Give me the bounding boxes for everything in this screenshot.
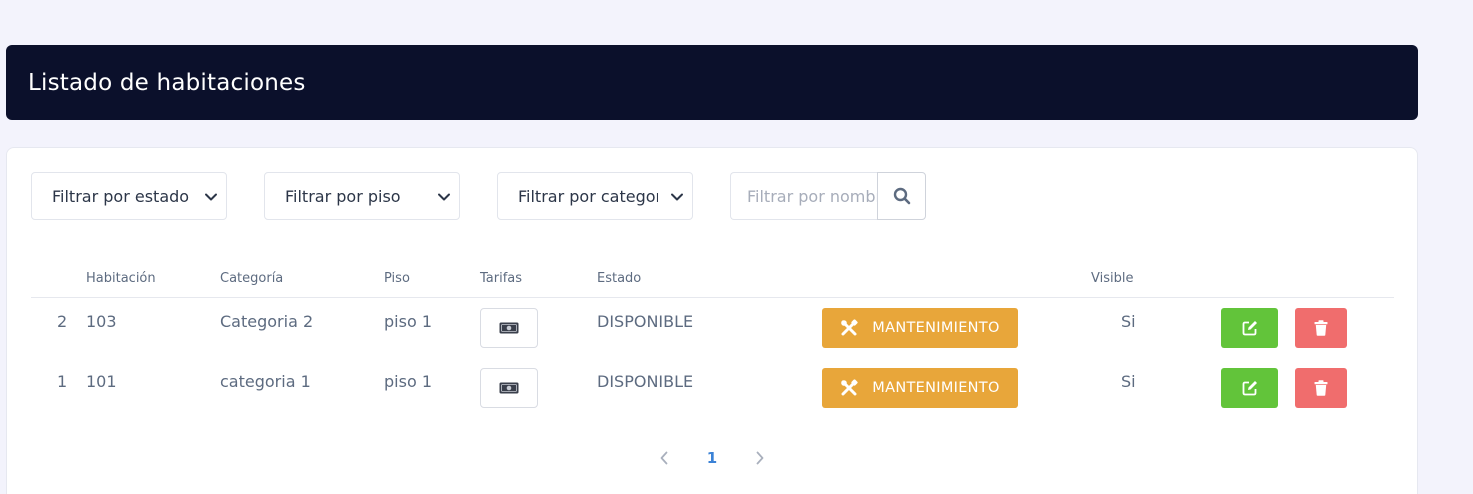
- edit-button[interactable]: [1221, 308, 1278, 348]
- money-bill-icon: [499, 322, 519, 334]
- tools-icon: [841, 379, 858, 396]
- maintenance-button[interactable]: MANTENIMIENTO: [822, 308, 1018, 348]
- chevron-down-icon: [671, 193, 683, 201]
- filter-piso-select[interactable]: Filtrar por piso: [264, 172, 460, 220]
- tools-icon: [841, 319, 858, 336]
- delete-button[interactable]: [1295, 368, 1347, 408]
- edit-button[interactable]: [1221, 368, 1278, 408]
- col-piso: Piso: [384, 271, 410, 286]
- maintenance-label: MANTENIMIENTO: [872, 380, 1000, 396]
- tarifas-button[interactable]: [480, 308, 538, 348]
- search-icon: [893, 187, 910, 205]
- row-index: 2: [57, 312, 68, 331]
- pagination-page-1[interactable]: 1: [700, 445, 724, 471]
- search-button[interactable]: [877, 172, 926, 220]
- maintenance-button[interactable]: MANTENIMIENTO: [822, 368, 1018, 408]
- filter-estado-select[interactable]: Filtrar por estado: [31, 172, 227, 220]
- content-card: Filtrar por estado Filtrar por piso Filt…: [6, 147, 1418, 494]
- chevron-left-icon: [660, 451, 668, 465]
- filter-piso-label: Filtrar por piso: [285, 186, 401, 206]
- tarifas-button[interactable]: [480, 368, 538, 408]
- row-estado: DISPONIBLE: [597, 372, 694, 391]
- row-habitacion: 103: [86, 312, 117, 331]
- edit-icon: [1242, 381, 1257, 396]
- col-categoria: Categoría: [220, 271, 284, 286]
- filter-categoria-label: Filtrar por categoria: [518, 186, 658, 206]
- maintenance-label: MANTENIMIENTO: [872, 320, 1000, 336]
- table-row: 2 103 Categoria 2 piso 1 DISPONIBLE MANT…: [31, 298, 1394, 358]
- table-row: 1 101 categoria 1 piso 1 DISPONIBLE MANT…: [31, 358, 1394, 418]
- chevron-right-icon: [756, 451, 764, 465]
- money-bill-icon: [499, 382, 519, 394]
- row-categoria: Categoria 2: [220, 312, 314, 331]
- page-title: Listado de habitaciones: [28, 69, 306, 96]
- filter-estado-label: Filtrar por estado: [52, 186, 190, 206]
- edit-icon: [1242, 321, 1257, 336]
- row-piso: piso 1: [384, 372, 432, 391]
- col-tarifas: Tarifas: [480, 271, 523, 286]
- rooms-table: Habitación Categoría Piso Tarifas Estado…: [31, 256, 1394, 418]
- pagination-prev[interactable]: [652, 445, 676, 471]
- pagination-next[interactable]: [748, 445, 772, 471]
- table-header: Habitación Categoría Piso Tarifas Estado…: [31, 256, 1394, 298]
- chevron-down-icon: [205, 193, 217, 201]
- row-piso: piso 1: [384, 312, 432, 331]
- row-visible: Si: [1121, 372, 1136, 391]
- row-index: 1: [57, 372, 68, 391]
- filter-categoria-select[interactable]: Filtrar por categoria: [497, 172, 693, 220]
- page-header: Listado de habitaciones: [6, 45, 1418, 120]
- pagination: 1: [7, 445, 1419, 471]
- row-estado: DISPONIBLE: [597, 312, 694, 331]
- delete-button[interactable]: [1295, 308, 1347, 348]
- trash-icon: [1314, 380, 1328, 396]
- col-visible: Visible: [1091, 271, 1134, 286]
- row-categoria: categoria 1: [220, 372, 311, 391]
- search-group: [730, 172, 926, 220]
- chevron-down-icon: [438, 193, 450, 201]
- trash-icon: [1314, 320, 1328, 336]
- search-input[interactable]: [730, 172, 877, 220]
- row-habitacion: 101: [86, 372, 117, 391]
- col-estado: Estado: [597, 271, 642, 286]
- col-habitacion: Habitación: [86, 271, 156, 286]
- row-visible: Si: [1121, 312, 1136, 331]
